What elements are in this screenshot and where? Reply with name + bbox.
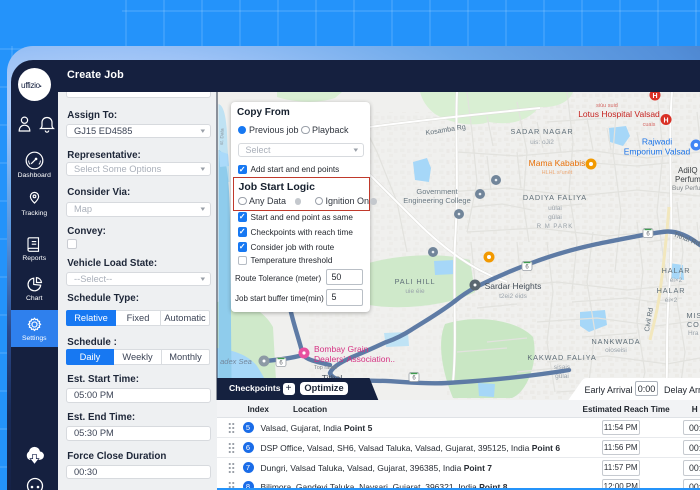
- svg-text:uûlai: uûlai: [548, 205, 562, 212]
- svg-text:gûlai: gûlai: [548, 214, 562, 221]
- svg-text:éi×2: éi×2: [665, 297, 678, 304]
- svg-text:st. Data: st. Data: [219, 128, 226, 145]
- svg-text:Sardar Heights: Sardar Heights: [485, 281, 542, 291]
- svg-text:siùu suid: siùu suid: [596, 103, 618, 109]
- svg-text:gûlai: gûlai: [555, 373, 569, 380]
- svg-text:R M PARK: R M PARK: [537, 224, 574, 230]
- svg-text:cuais: cuais: [643, 122, 656, 128]
- svg-text:MISSION: MISSION: [687, 311, 700, 320]
- svg-text:Rajwadi: Rajwadi: [642, 137, 672, 147]
- svg-text:Hra: Hra: [688, 330, 699, 337]
- svg-text:uis: oJi2: uis: oJi2: [530, 139, 554, 146]
- svg-text:Perfumes, Valsad: Perfumes, Valsad: [675, 175, 700, 184]
- svg-text:Bombay Grain: Bombay Grain: [314, 344, 369, 354]
- svg-text:NANKWADA: NANKWADA: [591, 337, 640, 346]
- svg-text:adex Sea: adex Sea: [220, 357, 252, 366]
- svg-text:Government: Government: [416, 187, 458, 196]
- svg-text:t2ei2 éids: t2ei2 éids: [499, 293, 528, 300]
- svg-text:H: H: [663, 118, 668, 125]
- svg-text:Dealers’ Association..: Dealers’ Association..: [314, 354, 395, 364]
- svg-text:éi×2: éi×2: [670, 277, 683, 284]
- svg-text:Buy Perfume Near: Buy Perfume Near: [672, 185, 700, 192]
- svg-text:Engineering College: Engineering College: [403, 196, 471, 205]
- svg-text:SADAR NAGAR: SADAR NAGAR: [510, 127, 573, 136]
- svg-text:AdilQ: AdilQ: [678, 166, 698, 175]
- svg-text:COLONY: COLONY: [687, 320, 700, 329]
- svg-text:PALI HILL: PALI HILL: [395, 277, 436, 286]
- svg-text:H: H: [652, 93, 657, 100]
- svg-text:Lotus Hospital Valsad: Lotus Hospital Valsad: [578, 109, 660, 119]
- svg-text:HALAR: HALAR: [662, 266, 691, 275]
- svg-text:KAKWAD FALIYA: KAKWAD FALIYA: [527, 353, 596, 362]
- svg-text:HALAR: HALAR: [657, 286, 686, 295]
- svg-text:Mama Kababis: Mama Kababis: [529, 158, 586, 168]
- svg-text:Top rated: Top rated: [314, 365, 337, 371]
- svg-text:uie éie: uie éie: [405, 288, 425, 295]
- svg-text:HLHL s²unêt: HLHL s²unêt: [542, 170, 573, 176]
- svg-text:DADIYA FALIYA: DADIYA FALIYA: [523, 193, 587, 202]
- svg-text:sisais: sisais: [554, 364, 571, 371]
- svg-text:Emporium Valsad: Emporium Valsad: [624, 147, 691, 157]
- svg-text:oioseisi: oioseisi: [605, 347, 627, 354]
